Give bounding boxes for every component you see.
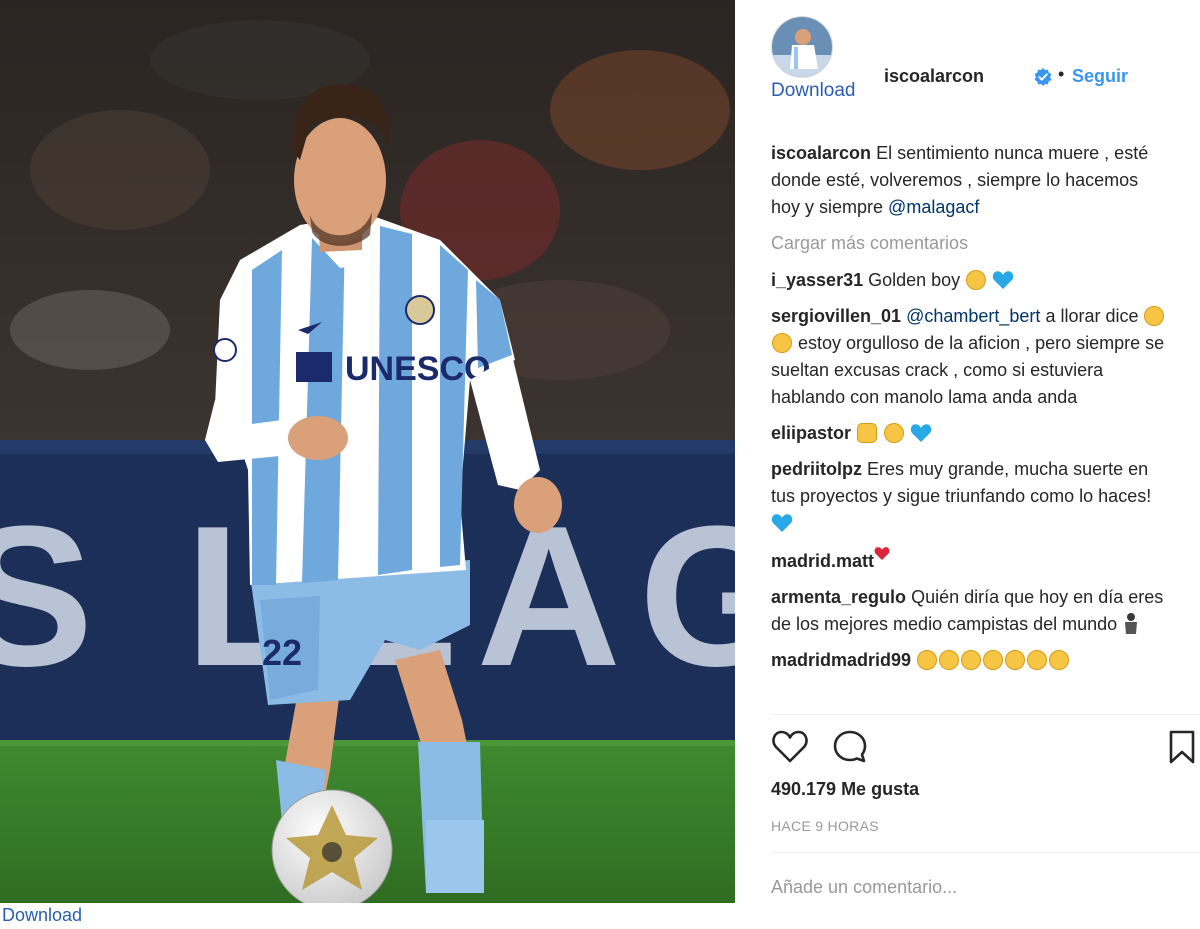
verified-badge-icon	[1034, 68, 1052, 86]
blue-heart-emoji	[910, 424, 932, 442]
divider	[771, 852, 1200, 853]
likes-count[interactable]: 490.179 Me gusta	[771, 779, 919, 800]
comment-item: sergiovillen_01 @chambert_bert a llorar …	[771, 303, 1171, 411]
divider	[771, 714, 1200, 715]
comment-username[interactable]: eliipastor	[771, 423, 851, 443]
heart-icon[interactable]	[771, 728, 809, 766]
shirt-sponsor: UNESCO	[345, 350, 490, 388]
post-timestamp[interactable]: HACE 9 HORAS	[771, 818, 879, 834]
person-emoji	[1125, 613, 1138, 634]
comment-username[interactable]: sergiovillen_01	[771, 306, 901, 326]
face-emoji	[1027, 650, 1048, 670]
comment-text: a llorar dice	[1040, 306, 1144, 326]
football-player-image: S LEAGUE 22 UNESCO	[0, 0, 735, 903]
caption-mention[interactable]: @malagacf	[888, 197, 979, 217]
face-emoji	[1049, 650, 1070, 670]
author-username[interactable]: iscoalarcon	[884, 66, 984, 87]
avatar[interactable]	[771, 16, 833, 78]
clapping-hands-emoji	[857, 423, 878, 443]
face-emoji	[1005, 650, 1026, 670]
comment-username[interactable]: i_yasser31	[771, 270, 863, 290]
bookmark-icon[interactable]	[1167, 728, 1197, 766]
shirt-number: 22	[262, 632, 302, 673]
comment-item: eliipastor	[771, 420, 1171, 447]
comment-mention[interactable]: @chambert_bert	[906, 306, 1040, 326]
caption: iscoalarcon El sentimiento nunca muere ,…	[771, 140, 1171, 221]
blue-heart-emoji	[993, 271, 1014, 289]
caption-username[interactable]: iscoalarcon	[771, 143, 871, 163]
download-link-top[interactable]: Download	[771, 80, 856, 102]
separator-dot: •	[1058, 64, 1065, 84]
comment-username[interactable]: madridmadrid99	[771, 650, 911, 670]
blue-heart-emoji	[771, 514, 793, 532]
comment-username[interactable]: armenta_regulo	[771, 587, 906, 607]
comment-item: armenta_regulo Quién diría que hoy en dí…	[771, 584, 1171, 638]
action-bar	[771, 728, 1195, 768]
comment-username[interactable]: pedriitolpz	[771, 459, 862, 479]
post-photo[interactable]: S LEAGUE 22 UNESCO	[0, 0, 735, 903]
comment-item: madridmadrid99	[771, 647, 1171, 674]
add-comment-input[interactable]: Añade un comentario...	[771, 877, 957, 898]
face-emoji	[983, 650, 1004, 670]
laughing-face-emoji	[1144, 306, 1165, 326]
comments-list[interactable]: iscoalarcon El sentimiento nunca muere ,…	[771, 140, 1171, 714]
red-heart-emoji	[874, 547, 890, 561]
comment-icon[interactable]	[831, 728, 869, 766]
avatar-image	[772, 17, 832, 77]
follow-button[interactable]: Seguir	[1072, 66, 1128, 87]
comment-text-continued: estoy orgulloso de la aficion , pero sie…	[771, 333, 1165, 407]
crying-face-emoji	[966, 270, 987, 290]
heart-eyes-emoji	[884, 423, 905, 443]
comment-text: Golden boy	[868, 270, 966, 290]
comment-username[interactable]: madrid.matt	[771, 551, 874, 571]
face-emoji	[961, 650, 982, 670]
laughing-face-emoji	[772, 333, 792, 353]
comment-item: pedriitolpz Eres muy grande, mucha suert…	[771, 456, 1171, 537]
load-more-comments[interactable]: Cargar más comentarios	[771, 230, 1171, 257]
download-link-bottom[interactable]: Download	[2, 905, 82, 926]
face-emoji	[939, 650, 960, 670]
comment-item: i_yasser31 Golden boy	[771, 267, 1171, 294]
post-sidebar: iscoalarcon • Seguir Download iscoalarco…	[735, 0, 1200, 929]
comment-item: madrid.matt	[771, 546, 1171, 575]
face-emoji	[917, 650, 938, 670]
